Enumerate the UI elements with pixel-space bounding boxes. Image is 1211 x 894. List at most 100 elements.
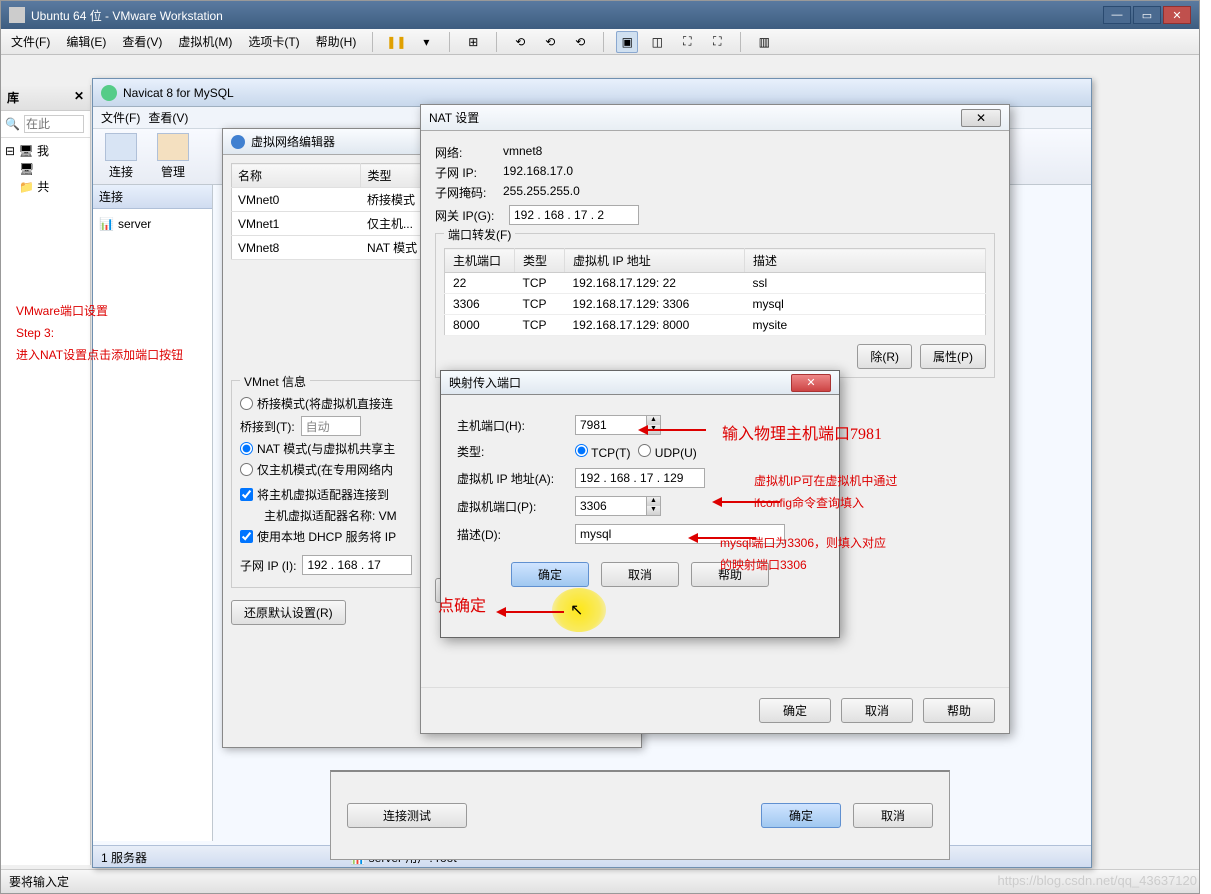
vmware-titlebar: Ubuntu 64 位 - VMware Workstation — ▭ ✕	[1, 1, 1199, 29]
fit-window-icon[interactable]: ⛶	[706, 31, 728, 53]
nav-sidebar-header: 连接	[93, 185, 212, 209]
snapshot-mgr-icon[interactable]: ⟲	[569, 31, 591, 53]
vmware-title: Ubuntu 64 位 - VMware Workstation	[31, 7, 1103, 24]
menu-help[interactable]: 帮助(H)	[312, 31, 361, 52]
network-value: vmnet8	[503, 144, 542, 161]
type-label: 类型:	[457, 443, 567, 460]
vm-ip-field[interactable]	[575, 468, 705, 488]
maximize-button[interactable]: ▭	[1133, 6, 1161, 24]
sidebar-tree: ⊟ 🖥 我 🖥 📁 共	[1, 138, 90, 200]
portmap-help-button[interactable]: 帮助	[691, 562, 769, 587]
chk-adapter[interactable]	[240, 488, 253, 501]
portmap-cancel-button[interactable]: 取消	[601, 562, 679, 587]
radio-bridge[interactable]	[240, 397, 253, 410]
spin-down-icon[interactable]: ▼	[646, 425, 660, 434]
col-vm-ip[interactable]: 虚拟机 IP 地址	[565, 249, 745, 273]
subnet-mask-label: 子网掩码:	[435, 184, 495, 201]
nat-help-button[interactable]: 帮助	[923, 698, 995, 723]
unity-icon[interactable]: ◫	[646, 31, 668, 53]
snapshot-icon[interactable]: ⟲	[509, 31, 531, 53]
close-button[interactable]: ✕	[1163, 6, 1191, 24]
nat-close-button[interactable]: ✕	[961, 109, 1001, 127]
tree-root[interactable]: ⊟ 🖥 我	[5, 142, 86, 160]
col-desc[interactable]: 描述	[745, 249, 986, 273]
host-port-label: 主机端口(H):	[457, 417, 567, 434]
snapshot2-icon[interactable]: ⟲	[539, 31, 561, 53]
spin-down-icon[interactable]: ▼	[646, 506, 660, 515]
radio-tcp[interactable]: TCP(T)	[575, 444, 630, 460]
table-row[interactable]: 3306TCP192.168.17.129: 3306mysql	[445, 294, 986, 315]
tree-shared[interactable]: 📁 共	[5, 178, 86, 196]
test-connection-button[interactable]: 连接测试	[347, 803, 467, 828]
connect-icon	[105, 133, 137, 161]
subnet-ip-field[interactable]	[302, 555, 412, 575]
tool-manage[interactable]: 管理	[157, 133, 189, 180]
table-row[interactable]: 22TCP192.168.17.129: 22ssl	[445, 273, 986, 294]
nav-tree: 📊 server	[93, 209, 212, 239]
navicat-icon	[101, 85, 117, 101]
menu-edit[interactable]: 编辑(E)	[62, 31, 110, 52]
vm-port-spinner[interactable]: ▲▼	[575, 496, 661, 516]
radio-hostonly[interactable]	[240, 463, 253, 476]
vne-title-text: 虚拟网络编辑器	[251, 133, 335, 150]
nat-cancel-button[interactable]: 取消	[841, 698, 913, 723]
spin-up-icon[interactable]: ▲	[646, 416, 660, 425]
fit-guest-icon[interactable]: ⛶	[676, 31, 698, 53]
network-label: 网络:	[435, 144, 495, 161]
col-protocol[interactable]: 类型	[515, 249, 565, 273]
bridge-to-label: 桥接到(T):	[240, 418, 295, 435]
library-icon[interactable]: ▥	[753, 31, 775, 53]
host-port-field[interactable]	[576, 416, 646, 434]
tree-my-computer[interactable]: 🖥	[5, 160, 86, 178]
host-port-spinner[interactable]: ▲▼	[575, 415, 661, 435]
tool-connect[interactable]: 连接	[105, 133, 137, 180]
connection-dialog-bottom: 连接测试 确定 取消	[330, 770, 950, 860]
menu-vm[interactable]: 虚拟机(M)	[174, 31, 236, 52]
nat-ok-button[interactable]: 确定	[759, 698, 831, 723]
sidebar-close-icon[interactable]: ✕	[74, 89, 84, 106]
restore-defaults-button[interactable]: 还原默认设置(R)	[231, 600, 346, 625]
vm-settings-icon[interactable]: ⊞	[462, 31, 484, 53]
port-mapping-dialog: 映射传入端口 ✕ 主机端口(H): ▲▼ 类型: TCP(T) UDP(U) 虚…	[440, 370, 840, 638]
menu-view[interactable]: 查看(V)	[118, 31, 166, 52]
conn-cancel-button[interactable]: 取消	[853, 803, 933, 828]
remove-button[interactable]: 除(R)	[857, 344, 912, 369]
status-servers: 1 服务器	[101, 851, 147, 865]
portmap-close-button[interactable]: ✕	[791, 374, 831, 392]
sidebar-title: 库	[7, 89, 19, 106]
col-name[interactable]: 名称	[232, 164, 361, 188]
search-icon: 🔍	[5, 117, 20, 131]
desc-label: 描述(D):	[457, 526, 567, 543]
nav-menu-view[interactable]: 查看(V)	[148, 109, 188, 126]
properties-button[interactable]: 属性(P)	[920, 344, 986, 369]
subnet-mask-value: 255.255.255.0	[503, 184, 580, 201]
search-input[interactable]	[24, 115, 84, 133]
radio-nat[interactable]	[240, 442, 253, 455]
radio-udp[interactable]: UDP(U)	[638, 444, 696, 460]
portmap-ok-button[interactable]: 确定	[511, 562, 589, 587]
port-forward-group: 端口转发(F) 主机端口 类型 虚拟机 IP 地址 描述 22TCP192.16…	[435, 233, 995, 378]
spin-up-icon[interactable]: ▲	[646, 497, 660, 506]
gateway-field[interactable]	[509, 205, 639, 225]
fullscreen-icon[interactable]: ▣	[616, 31, 638, 53]
port-group-title: 端口转发(F)	[444, 226, 515, 243]
vm-port-field[interactable]	[576, 497, 646, 515]
subnet-ip-value: 192.168.17.0	[503, 164, 573, 181]
minimize-button[interactable]: —	[1103, 6, 1131, 24]
nav-menu-file[interactable]: 文件(F)	[101, 109, 140, 126]
col-host-port[interactable]: 主机端口	[445, 249, 515, 273]
watermark: https://blog.csdn.net/qq_43637120	[998, 873, 1198, 888]
pause-icon[interactable]: ❚❚	[385, 31, 407, 53]
menu-tabs[interactable]: 选项卡(T)	[244, 31, 303, 52]
table-row[interactable]: 8000TCP192.168.17.129: 8000mysite	[445, 315, 986, 336]
conn-ok-button[interactable]: 确定	[761, 803, 841, 828]
sidebar-search: 🔍	[1, 111, 90, 138]
chk-dhcp[interactable]	[240, 530, 253, 543]
desc-field[interactable]	[575, 524, 785, 544]
bridge-to-field[interactable]	[301, 416, 361, 436]
vm-ip-label: 虚拟机 IP 地址(A):	[457, 470, 567, 487]
nav-tree-server[interactable]: 📊 server	[99, 215, 206, 233]
vne-icon	[231, 135, 245, 149]
dropdown-icon[interactable]: ▾	[415, 31, 437, 53]
menu-file[interactable]: 文件(F)	[7, 31, 54, 52]
